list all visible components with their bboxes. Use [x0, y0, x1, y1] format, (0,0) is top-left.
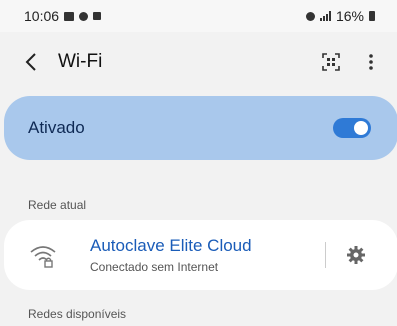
available-networks-header: Redes disponíveis — [28, 307, 127, 321]
gear-icon — [347, 246, 365, 264]
more-options-button[interactable] — [365, 50, 377, 74]
status-time: 10:06 — [24, 8, 60, 24]
back-button[interactable] — [24, 47, 50, 77]
page-title: Wi-Fi — [58, 51, 103, 72]
back-arrow-icon — [25, 53, 36, 71]
notification-mail-icon — [64, 11, 75, 21]
battery-percent: 16% — [335, 8, 364, 24]
divider — [325, 242, 326, 268]
wifi-toggle-label: Ativado — [28, 118, 85, 137]
notification-shield-icon — [79, 11, 89, 21]
wifi-locked-icon — [30, 246, 56, 268]
status-left: 10:06 — [24, 8, 102, 24]
current-network-header: Rede atual — [28, 198, 87, 212]
wifi-switch[interactable] — [333, 118, 371, 138]
network-info[interactable]: Autoclave Elite Cloud Conectado sem Inte… — [90, 236, 325, 274]
network-settings-button[interactable] — [344, 243, 368, 267]
signal-icon — [319, 11, 331, 21]
app-bar: Wi-Fi — [0, 38, 397, 86]
wifi-toggle-card[interactable]: Ativado — [4, 96, 397, 160]
network-status: Conectado sem Internet — [90, 260, 219, 274]
alarm-icon — [305, 11, 315, 21]
current-network-card[interactable]: Autoclave Elite Cloud Conectado sem Inte… — [4, 220, 397, 290]
status-right: 16% — [305, 8, 375, 24]
status-bar: 10:06 16% — [0, 0, 397, 32]
qr-code-icon — [322, 53, 340, 71]
battery-icon — [369, 11, 375, 21]
qr-scan-button[interactable] — [319, 50, 343, 74]
notification-app-icon — [93, 12, 102, 20]
network-name: Autoclave Elite Cloud — [90, 236, 252, 255]
more-vert-icon — [369, 54, 373, 70]
switch-knob — [354, 121, 368, 135]
